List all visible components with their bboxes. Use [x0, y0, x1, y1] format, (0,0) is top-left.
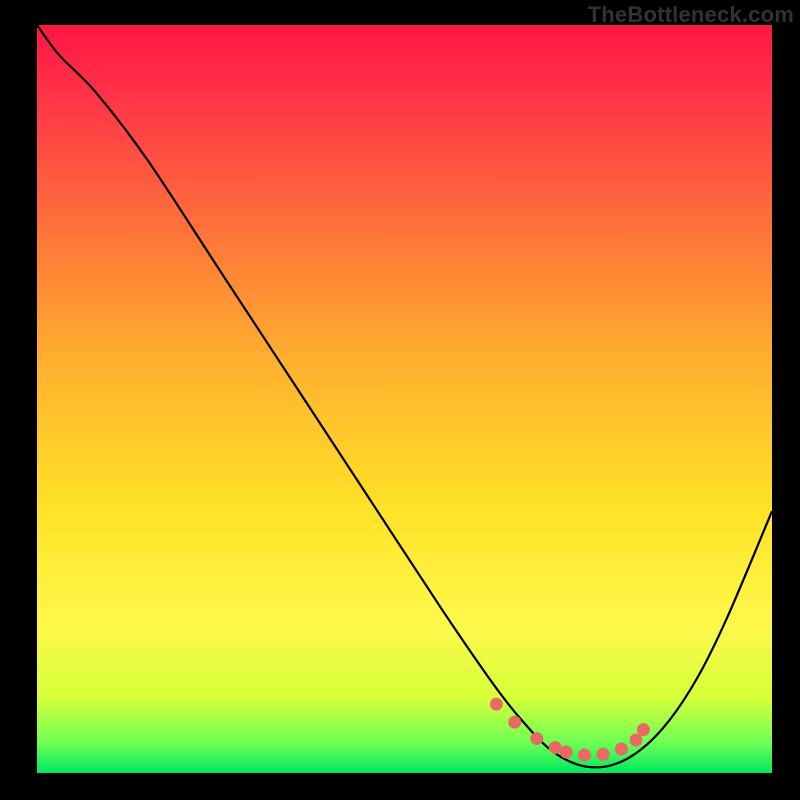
bottleneck-chart	[0, 0, 800, 800]
data-marker	[578, 749, 591, 762]
data-marker	[508, 716, 521, 729]
data-marker	[630, 734, 643, 747]
data-marker	[490, 698, 503, 711]
chart-frame: TheBottleneck.com	[0, 0, 800, 800]
watermark-text: TheBottleneck.com	[588, 2, 794, 28]
data-marker	[615, 743, 628, 756]
data-marker	[560, 746, 573, 759]
plot-background	[37, 25, 772, 773]
data-marker	[637, 723, 650, 736]
data-marker	[530, 732, 543, 745]
data-marker	[596, 748, 609, 761]
